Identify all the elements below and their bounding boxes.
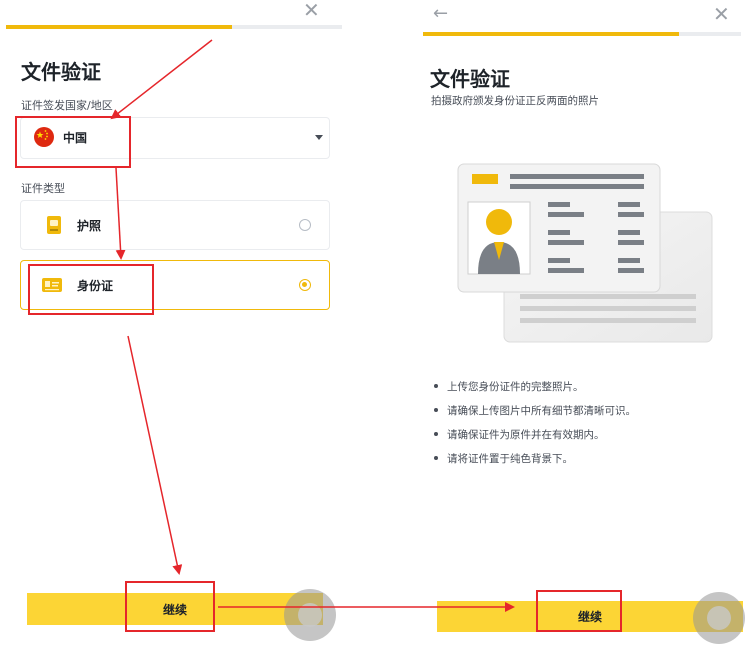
arrow-to-country xyxy=(110,39,213,120)
arrow-to-continue-left xyxy=(127,335,183,575)
annotation-arrows xyxy=(110,39,515,612)
arrow-to-id-card xyxy=(115,167,126,260)
